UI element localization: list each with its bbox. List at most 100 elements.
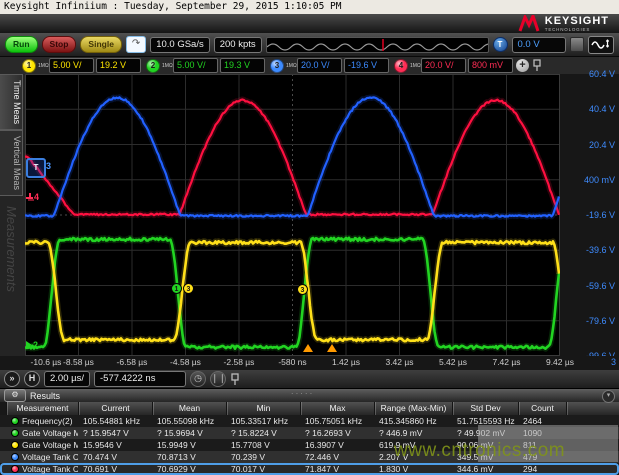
horizontal-badge[interactable]: H — [24, 371, 40, 387]
oscilloscope-screen: Keysight Infiniium : Tuesday, September … — [0, 0, 619, 475]
waveform-preview-strip[interactable] — [266, 37, 489, 53]
cell-min: 70.017 V — [226, 463, 300, 475]
ground-icon — [26, 193, 33, 201]
acquisition-toolbar: Run Stop Single ↷ 10.0 GSa/s 200 kpts T … — [0, 33, 619, 56]
measurement-marker[interactable]: 3 — [297, 284, 308, 295]
channel-4-badge[interactable]: 4 — [394, 59, 408, 73]
channel-2-scale[interactable]: 5.00 V/ — [173, 58, 218, 73]
channel-4-coupling: 1MΩ — [410, 63, 419, 69]
ch4-tank-voltage-trace — [25, 100, 559, 216]
collapse-sidebar-button[interactable]: » — [4, 371, 20, 387]
channel-4-offset[interactable]: 800 mV — [468, 58, 513, 73]
y-axis-label: 60.4 V — [589, 69, 615, 79]
minimize-panel-icon[interactable] — [570, 37, 585, 52]
timebase-scale-box[interactable]: 2.00 µs/ — [44, 371, 90, 387]
cell-current: 70.474 V — [78, 451, 152, 463]
gear-icon[interactable]: ⚙ — [4, 389, 26, 402]
cell-mean: 70.8713 V — [152, 451, 226, 463]
channel-2-ground-marker[interactable]: 2 — [26, 340, 38, 350]
channel-4-scale[interactable]: 20.0 V/ — [421, 58, 466, 73]
time-marker-icon[interactable] — [303, 344, 313, 352]
x-axis-label: 5.42 µs — [425, 357, 481, 367]
cell-range: ? 446.9 mV — [374, 427, 452, 439]
window-titlebar: Keysight Infiniium : Tuesday, September … — [0, 0, 619, 14]
cell-mean: ? 15.9694 V — [152, 427, 226, 439]
column-header[interactable]: Std Dev — [452, 402, 518, 415]
channel-1-scale[interactable]: 5.00 V/ — [49, 58, 94, 73]
single-button[interactable]: Single — [80, 36, 122, 53]
channel-1-offset[interactable]: 19.2 V — [96, 58, 141, 73]
trigger-badge[interactable]: T — [493, 37, 508, 52]
y-axis-label: -19.6 V — [586, 210, 615, 220]
x-axis-label: 9.42 µs — [532, 357, 588, 367]
pin-icon[interactable] — [230, 373, 240, 386]
cell-max: ? 16.2693 V — [300, 427, 374, 439]
cell-max: 72.446 V — [300, 451, 374, 463]
column-header[interactable]: Range (Max-Min) — [374, 402, 452, 415]
x-axis-label: 7.42 µs — [479, 357, 535, 367]
timebase-position-box[interactable]: -577.4222 ns — [94, 371, 186, 387]
trigger-level-box[interactable]: 0.0 V — [512, 37, 566, 53]
channel-4-marker-label: 4 — [34, 192, 39, 202]
column-header[interactable]: Current — [78, 402, 152, 415]
sample-rate-box[interactable]: 10.0 GSa/s — [150, 37, 210, 53]
x-axis-label: 1.42 µs — [318, 357, 374, 367]
time-ref-icon[interactable]: ◷ — [190, 371, 206, 387]
pin-icon[interactable] — [532, 59, 542, 72]
waveform-display[interactable]: T 3 4 2 133 — [25, 74, 560, 356]
channel-4-ground-marker[interactable]: 4 — [26, 192, 39, 202]
ch1-gate-voltage-trace — [25, 241, 559, 341]
cell-range: 1.830 V — [374, 463, 452, 475]
measurement-marker[interactable]: 3 — [183, 283, 194, 294]
collapse-results-icon[interactable]: ▾ — [602, 390, 615, 403]
measurement-marker[interactable]: 1 — [171, 283, 182, 294]
cell-stddev: 344.6 mV — [452, 463, 518, 475]
column-header[interactable]: Count — [518, 402, 566, 415]
cell-min: 70.239 V — [226, 451, 300, 463]
autoscale-wave-icon — [591, 39, 611, 51]
measurement-name: Voltage Tank Cir — [6, 463, 78, 475]
channel-2-controls: 2 1MΩ 5.00 V/ 19.3 V — [146, 58, 265, 73]
drag-handle-icon[interactable]: ····· — [291, 389, 314, 398]
memory-depth-box[interactable]: 200 kpts — [214, 37, 262, 53]
zoom-mode-icon[interactable]: ❘❘ — [210, 371, 226, 387]
column-header[interactable]: Max — [300, 402, 374, 415]
trigger-level-marker[interactable]: T — [26, 158, 46, 178]
stop-button[interactable]: Stop — [42, 36, 77, 53]
trigger-channel-label: 3 — [46, 161, 51, 171]
x-axis-label: -6.58 µs — [104, 357, 160, 367]
run-button[interactable]: Run — [5, 36, 38, 53]
add-channel-button[interactable]: + — [516, 59, 529, 72]
x-axis-label: -4.58 µs — [158, 357, 214, 367]
cell-mean: 15.9949 V — [152, 439, 226, 451]
channel-2-offset[interactable]: 19.3 V — [220, 58, 265, 73]
tab-vertical-meas[interactable]: Vertical Meas — [0, 130, 23, 196]
touch-mode-button[interactable]: ↷ — [126, 36, 146, 53]
waveform-canvas — [25, 74, 560, 356]
cell-current: 70.691 V — [78, 463, 152, 475]
x-axis-label: -8.58 µs — [51, 357, 107, 367]
y-axis-label: -79.6 V — [586, 316, 615, 326]
time-marker-icon[interactable] — [327, 344, 337, 352]
channel-dot-icon — [11, 465, 19, 473]
measurement-name: Gate Voltage MC — [6, 427, 78, 439]
channel-2-badge[interactable]: 2 — [146, 59, 160, 73]
autoscale-icon[interactable] — [588, 36, 614, 54]
channel-3-controls: 3 1MΩ 20.0 V/ -19.6 V — [270, 58, 389, 73]
channel-dot-icon — [11, 429, 19, 437]
y-axis-label: 20.4 V — [589, 140, 615, 150]
cell-current: 15.9546 V — [78, 439, 152, 451]
tab-time-meas[interactable]: Time Meas — [0, 74, 23, 130]
column-header[interactable]: Mean — [152, 402, 226, 415]
axis-channel-indicator: 3 — [611, 357, 616, 367]
channel-3-scale[interactable]: 20.0 V/ — [297, 58, 342, 73]
channel-3-badge[interactable]: 3 — [270, 59, 284, 73]
channel-1-badge[interactable]: 1 — [22, 59, 36, 73]
measurement-row[interactable]: Voltage Tank Cir 70.691 V 70.6929 V 70.0… — [0, 463, 619, 475]
channel-2-marker-label: 2 — [33, 340, 38, 350]
measurement-name: Frequency(2) — [6, 415, 78, 427]
results-header[interactable]: ⚙ Results ····· ▾ — [0, 389, 619, 402]
column-header[interactable]: Measurement — [6, 402, 78, 415]
channel-3-offset[interactable]: -19.6 V — [344, 58, 389, 73]
column-header[interactable]: Min — [226, 402, 300, 415]
